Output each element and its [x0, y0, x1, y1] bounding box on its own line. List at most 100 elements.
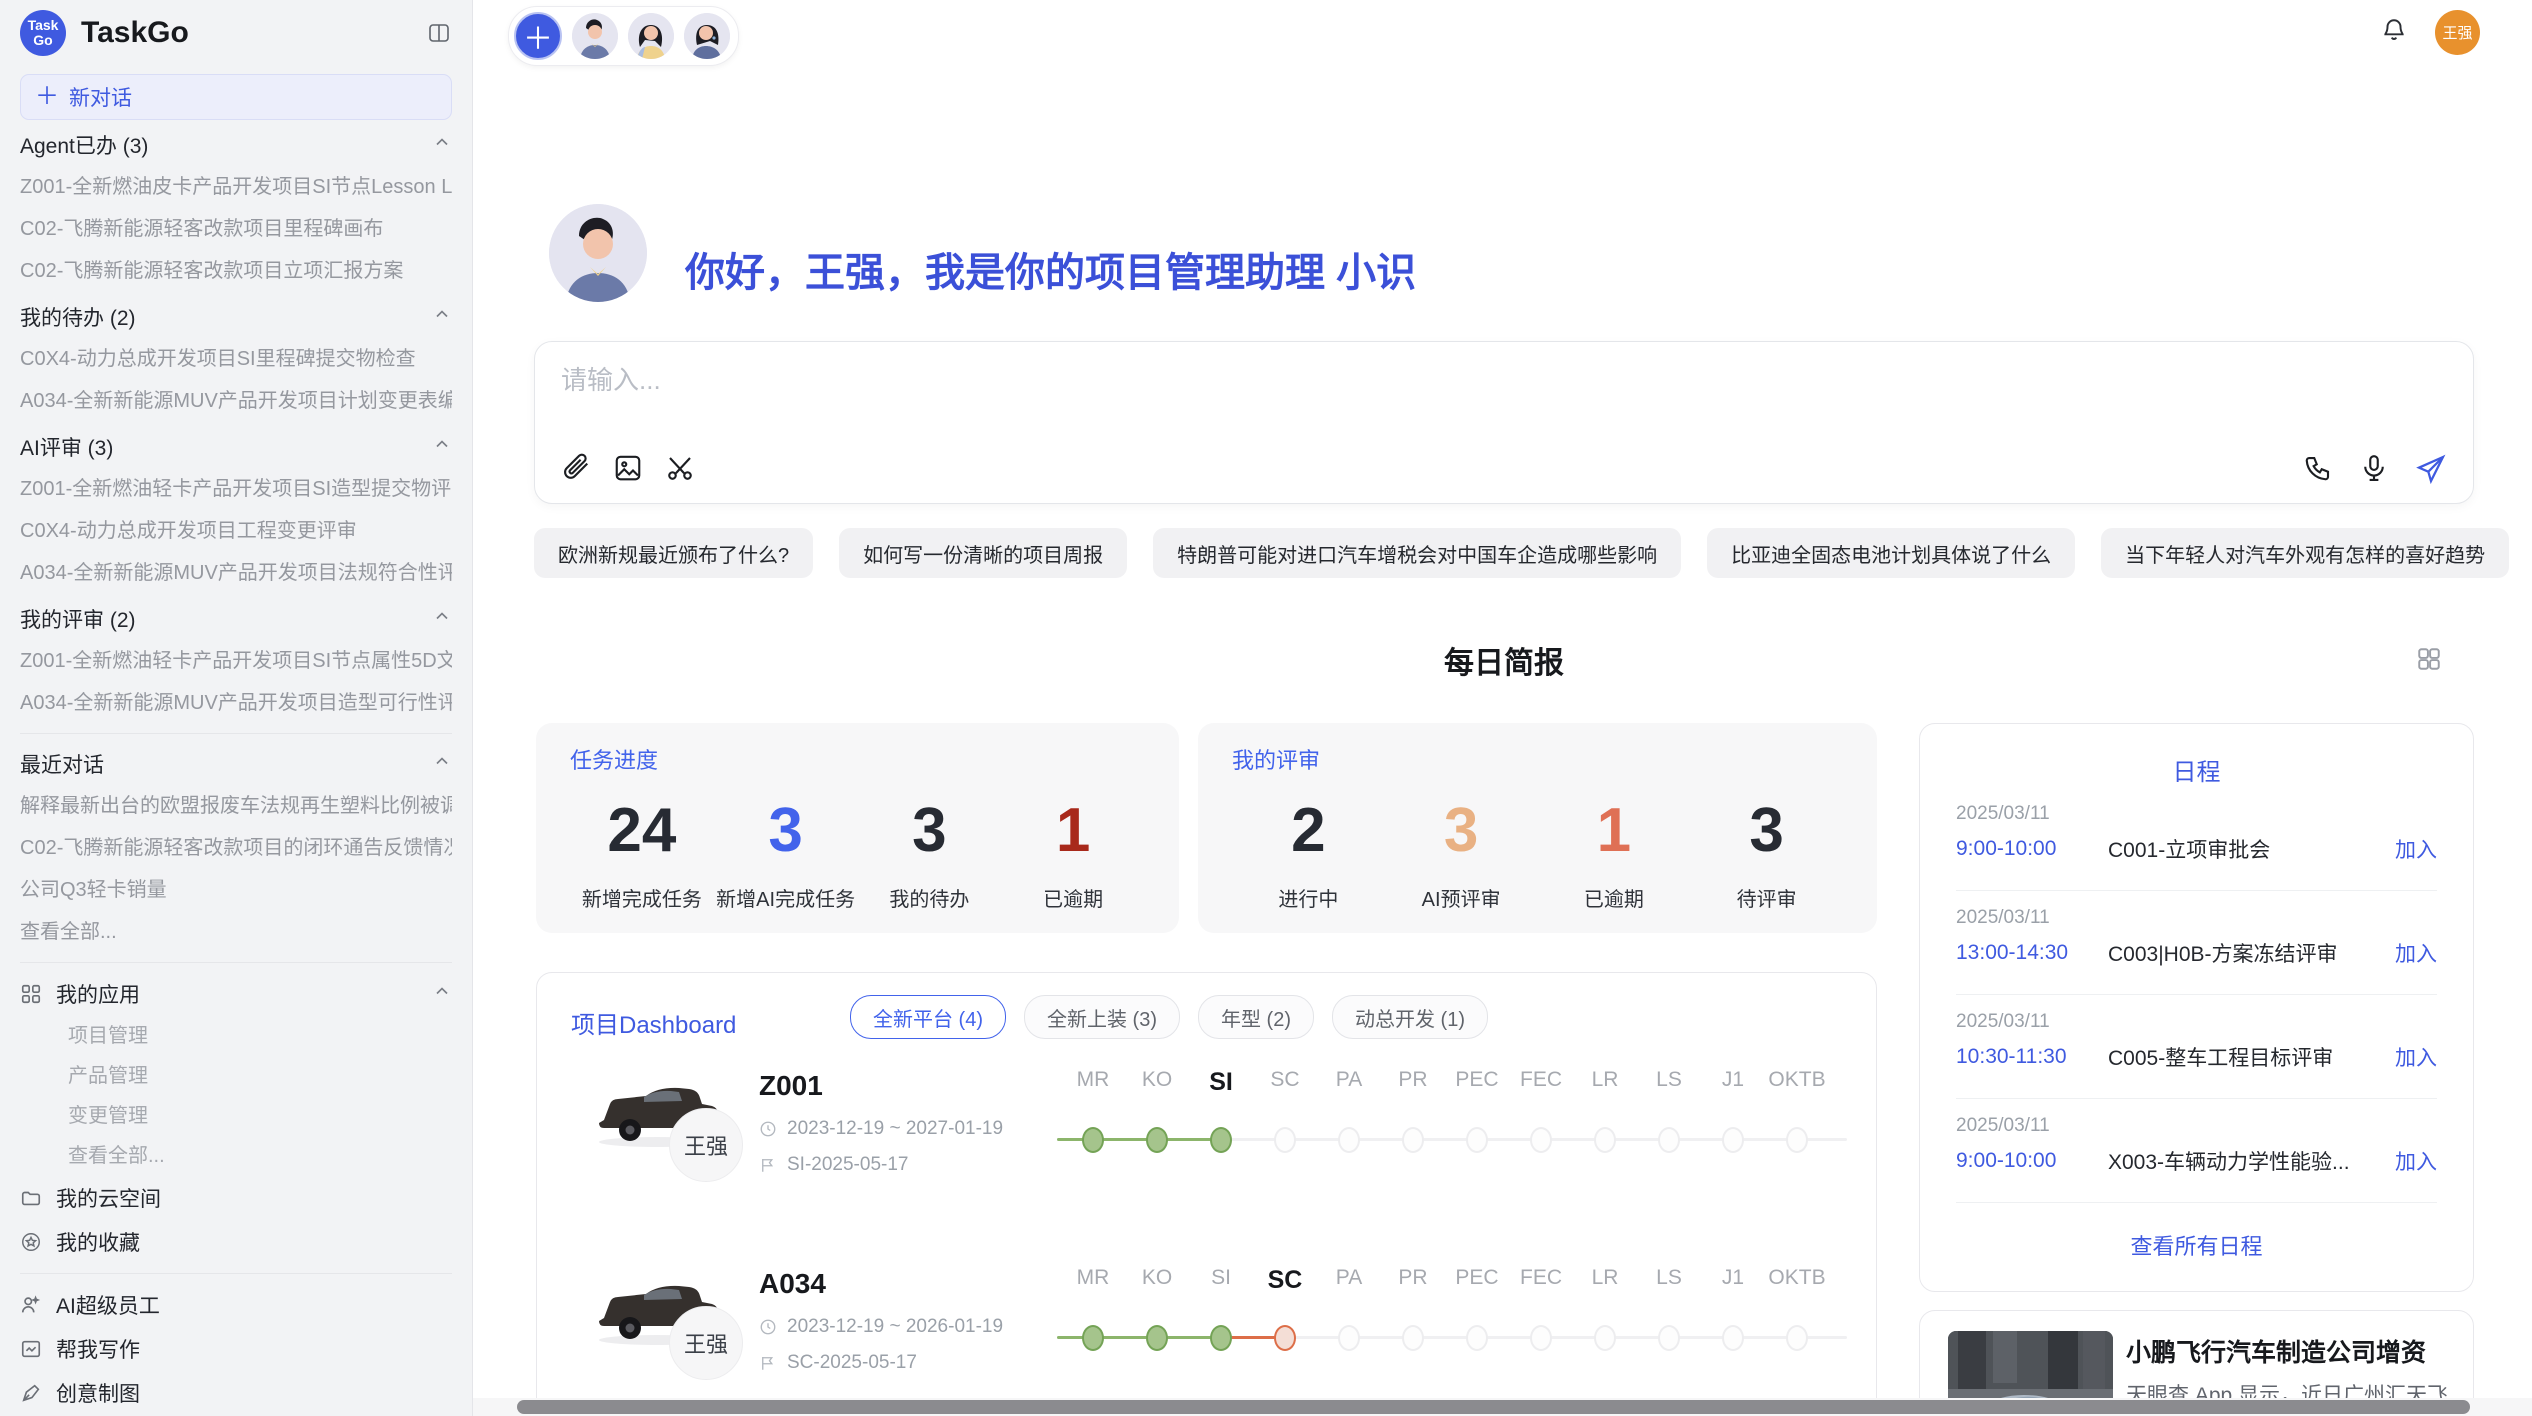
section-ai-review[interactable]: AI评审 (3)	[20, 426, 452, 468]
schedule-date: 2025/03/11	[1956, 907, 2437, 929]
section-recent-chats[interactable]: 最近对话	[20, 743, 452, 785]
view-all-chats[interactable]: 查看全部...	[20, 911, 452, 953]
pen-icon	[20, 1382, 42, 1404]
list-item[interactable]: C0X4-动力总成开发项目SI里程碑提交物检查	[20, 338, 452, 380]
join-link[interactable]: 加入	[2395, 1042, 2437, 1072]
divider	[20, 733, 452, 734]
chevron-up-icon[interactable]	[432, 304, 452, 330]
list-item[interactable]: C02-飞腾新能源轻客改款项目的闭环通告反馈情况	[20, 827, 452, 869]
suggestion-chip[interactable]: 比亚迪全固态电池计划具体说了什么	[1707, 528, 2075, 578]
chevron-up-icon[interactable]	[432, 981, 452, 1007]
mic-icon[interactable]	[2359, 453, 2389, 483]
send-icon[interactable]	[2415, 453, 2445, 483]
sidebar-item-my-apps[interactable]: 我的应用	[20, 972, 452, 1016]
phone-icon[interactable]	[2303, 453, 2333, 483]
list-item[interactable]: C0X4-动力总成开发项目工程变更评审	[20, 510, 452, 552]
chat-input-card	[534, 341, 2474, 504]
image-icon[interactable]	[613, 453, 643, 483]
collaborator-pill: ＋	[508, 6, 739, 66]
sidebar-collapse-icon[interactable]	[426, 20, 452, 46]
list-item[interactable]: Z001-全新燃油轻卡产品开发项目SI造型提交物评审	[20, 468, 452, 510]
suggestion-chip[interactable]: 当下年轻人对汽车外观有怎样的喜好趋势	[2101, 528, 2509, 578]
schedule-event: C005-整车工程目标评审	[2108, 1042, 2395, 1072]
paperclip-icon[interactable]	[561, 453, 591, 483]
suggestion-chips: 欧洲新规最近颁布了什么? 如何写一份清晰的项目周报 特朗普可能对进口汽车增税会对…	[534, 528, 2509, 578]
list-item[interactable]: A034-全新新能源MUV产品开发项目造型可行性评审	[20, 682, 452, 724]
join-link[interactable]: 加入	[2395, 938, 2437, 968]
chevron-up-icon[interactable]	[432, 132, 452, 158]
milestone-done	[1146, 1127, 1168, 1153]
view-all-schedule-link[interactable]: 查看所有日程	[1956, 1229, 2437, 1261]
schedule-event: X003-车辆动力学性能验...	[2108, 1146, 2395, 1176]
schedule-time: 13:00-14:30	[1956, 941, 2108, 965]
sidebar-item-product-mgmt[interactable]: 产品管理	[20, 1056, 452, 1096]
sidebar-header: Task Go TaskGo	[20, 0, 452, 66]
suggestion-chip[interactable]: 特朗普可能对进口汽车增税会对中国车企造成哪些影响	[1153, 528, 1681, 578]
schedule-date: 2025/03/11	[1956, 1011, 2437, 1033]
notifications-bell-icon[interactable]	[2381, 17, 2407, 48]
input-actions	[2303, 453, 2445, 483]
list-item[interactable]: 解释最新出台的欧盟报废车法规再生塑料比例被调至15%...	[20, 785, 452, 827]
dashboard-tabs: 全新平台 (4) 全新上装 (3) 年型 (2) 动总开发 (1)	[850, 995, 1488, 1039]
join-link[interactable]: 加入	[2395, 834, 2437, 864]
join-link[interactable]: 加入	[2395, 1146, 2437, 1176]
list-item[interactable]: C02-飞腾新能源轻客改款项目立项汇报方案	[20, 250, 452, 292]
sidebar-item-project-mgmt[interactable]: 项目管理	[20, 1016, 452, 1056]
sidebar-item-favorites[interactable]: 我的收藏	[20, 1220, 452, 1264]
schedule-item: 2025/03/11 9:00-10:00 C001-立项审批会 加入	[1956, 787, 2437, 891]
schedule-item: 2025/03/11 13:00-14:30 C003|H0B-方案冻结评审 加…	[1956, 891, 2437, 995]
sidebar-item-help-me-write[interactable]: 帮我写作	[20, 1327, 452, 1371]
horizontal-scrollbar-thumb[interactable]	[517, 1400, 2470, 1414]
chat-input[interactable]	[559, 364, 2163, 397]
project-row[interactable]: 王强 Z001 2023-12-19 ~ 2027-01-19 SI-2025-…	[537, 1068, 1877, 1243]
list-item[interactable]: C02-飞腾新能源轻客改款项目里程碑画布	[20, 208, 452, 250]
suggestion-chip[interactable]: 欧洲新规最近颁布了什么?	[534, 528, 813, 578]
list-item[interactable]: Z001-全新燃油轻卡产品开发项目SI节点属性5D文件评审	[20, 640, 452, 682]
list-item[interactable]: Z001-全新燃油皮卡产品开发项目SI节点Lesson Learn报告	[20, 166, 452, 208]
list-item[interactable]: 公司Q3轻卡销量	[20, 869, 452, 911]
layout-grid-icon[interactable]	[2416, 646, 2442, 677]
new-chat-button[interactable]: ＋ 新对话	[20, 74, 452, 120]
sidebar-item-change-mgmt[interactable]: 变更管理	[20, 1096, 452, 1136]
view-all-apps[interactable]: 查看全部...	[20, 1136, 452, 1176]
scissors-icon[interactable]	[665, 453, 695, 483]
sidebar-item-ai-super-staff[interactable]: AI超级员工	[20, 1283, 452, 1327]
dashboard-title: 项目Dashboard	[571, 1005, 736, 1040]
section-my-todo[interactable]: 我的待办 (2)	[20, 296, 452, 338]
star-circle-icon	[20, 1231, 42, 1253]
project-dates: 2023-12-19 ~ 2026-01-19	[759, 1316, 1003, 1338]
chevron-up-icon[interactable]	[432, 751, 452, 777]
project-flag: SI-2025-05-17	[759, 1154, 908, 1176]
sidebar-item-creative-drawing[interactable]: 创意制图	[20, 1371, 452, 1415]
card-title: 我的评审	[1232, 743, 1843, 775]
project-dashboard-card: 项目Dashboard 全新平台 (4) 全新上装 (3) 年型 (2) 动总开…	[536, 972, 1877, 1416]
schedule-time: 9:00-10:00	[1956, 837, 2108, 861]
project-flag: SC-2025-05-17	[759, 1352, 917, 1374]
avatar[interactable]	[628, 13, 674, 59]
milestone-track: MR KO SI SC PA PR PEC FEC LR LS J1 OKTB	[1057, 1266, 1847, 1386]
project-dates: 2023-12-19 ~ 2027-01-19	[759, 1118, 1003, 1140]
avatar[interactable]	[572, 13, 618, 59]
section-agent-done[interactable]: Agent已办 (3)	[20, 124, 452, 166]
suggestion-chip[interactable]: 如何写一份清晰的项目周报	[839, 528, 1127, 578]
avatar[interactable]	[684, 13, 730, 59]
stat: 2进行中	[1232, 793, 1385, 912]
user-avatar[interactable]: 王强	[2435, 10, 2480, 55]
tab-powertrain[interactable]: 动总开发 (1)	[1332, 995, 1488, 1039]
chevron-up-icon[interactable]	[432, 434, 452, 460]
chevron-up-icon[interactable]	[432, 606, 452, 632]
list-item[interactable]: A034-全新新能源MUV产品开发项目计划变更表编写	[20, 380, 452, 422]
tab-year-model[interactable]: 年型 (2)	[1198, 995, 1314, 1039]
flag-icon	[759, 1354, 777, 1372]
project-row[interactable]: 王强 A034 2023-12-19 ~ 2026-01-19 SC-2025-…	[537, 1266, 1877, 1416]
tab-all-platform[interactable]: 全新平台 (4)	[850, 995, 1006, 1039]
schedule-title: 日程	[1956, 752, 2437, 787]
sidebar-item-cloud-space[interactable]: 我的云空间	[20, 1176, 452, 1220]
tab-new-body[interactable]: 全新上装 (3)	[1024, 995, 1180, 1039]
milestone-overdue	[1274, 1325, 1296, 1351]
logo-text-bottom: Go	[33, 33, 52, 48]
cloud-folder-icon	[20, 1187, 42, 1209]
list-item[interactable]: A034-全新新能源MUV产品开发项目法规符合性评审	[20, 552, 452, 594]
add-collaborator-button[interactable]: ＋	[514, 12, 562, 60]
section-my-review[interactable]: 我的评审 (2)	[20, 598, 452, 640]
